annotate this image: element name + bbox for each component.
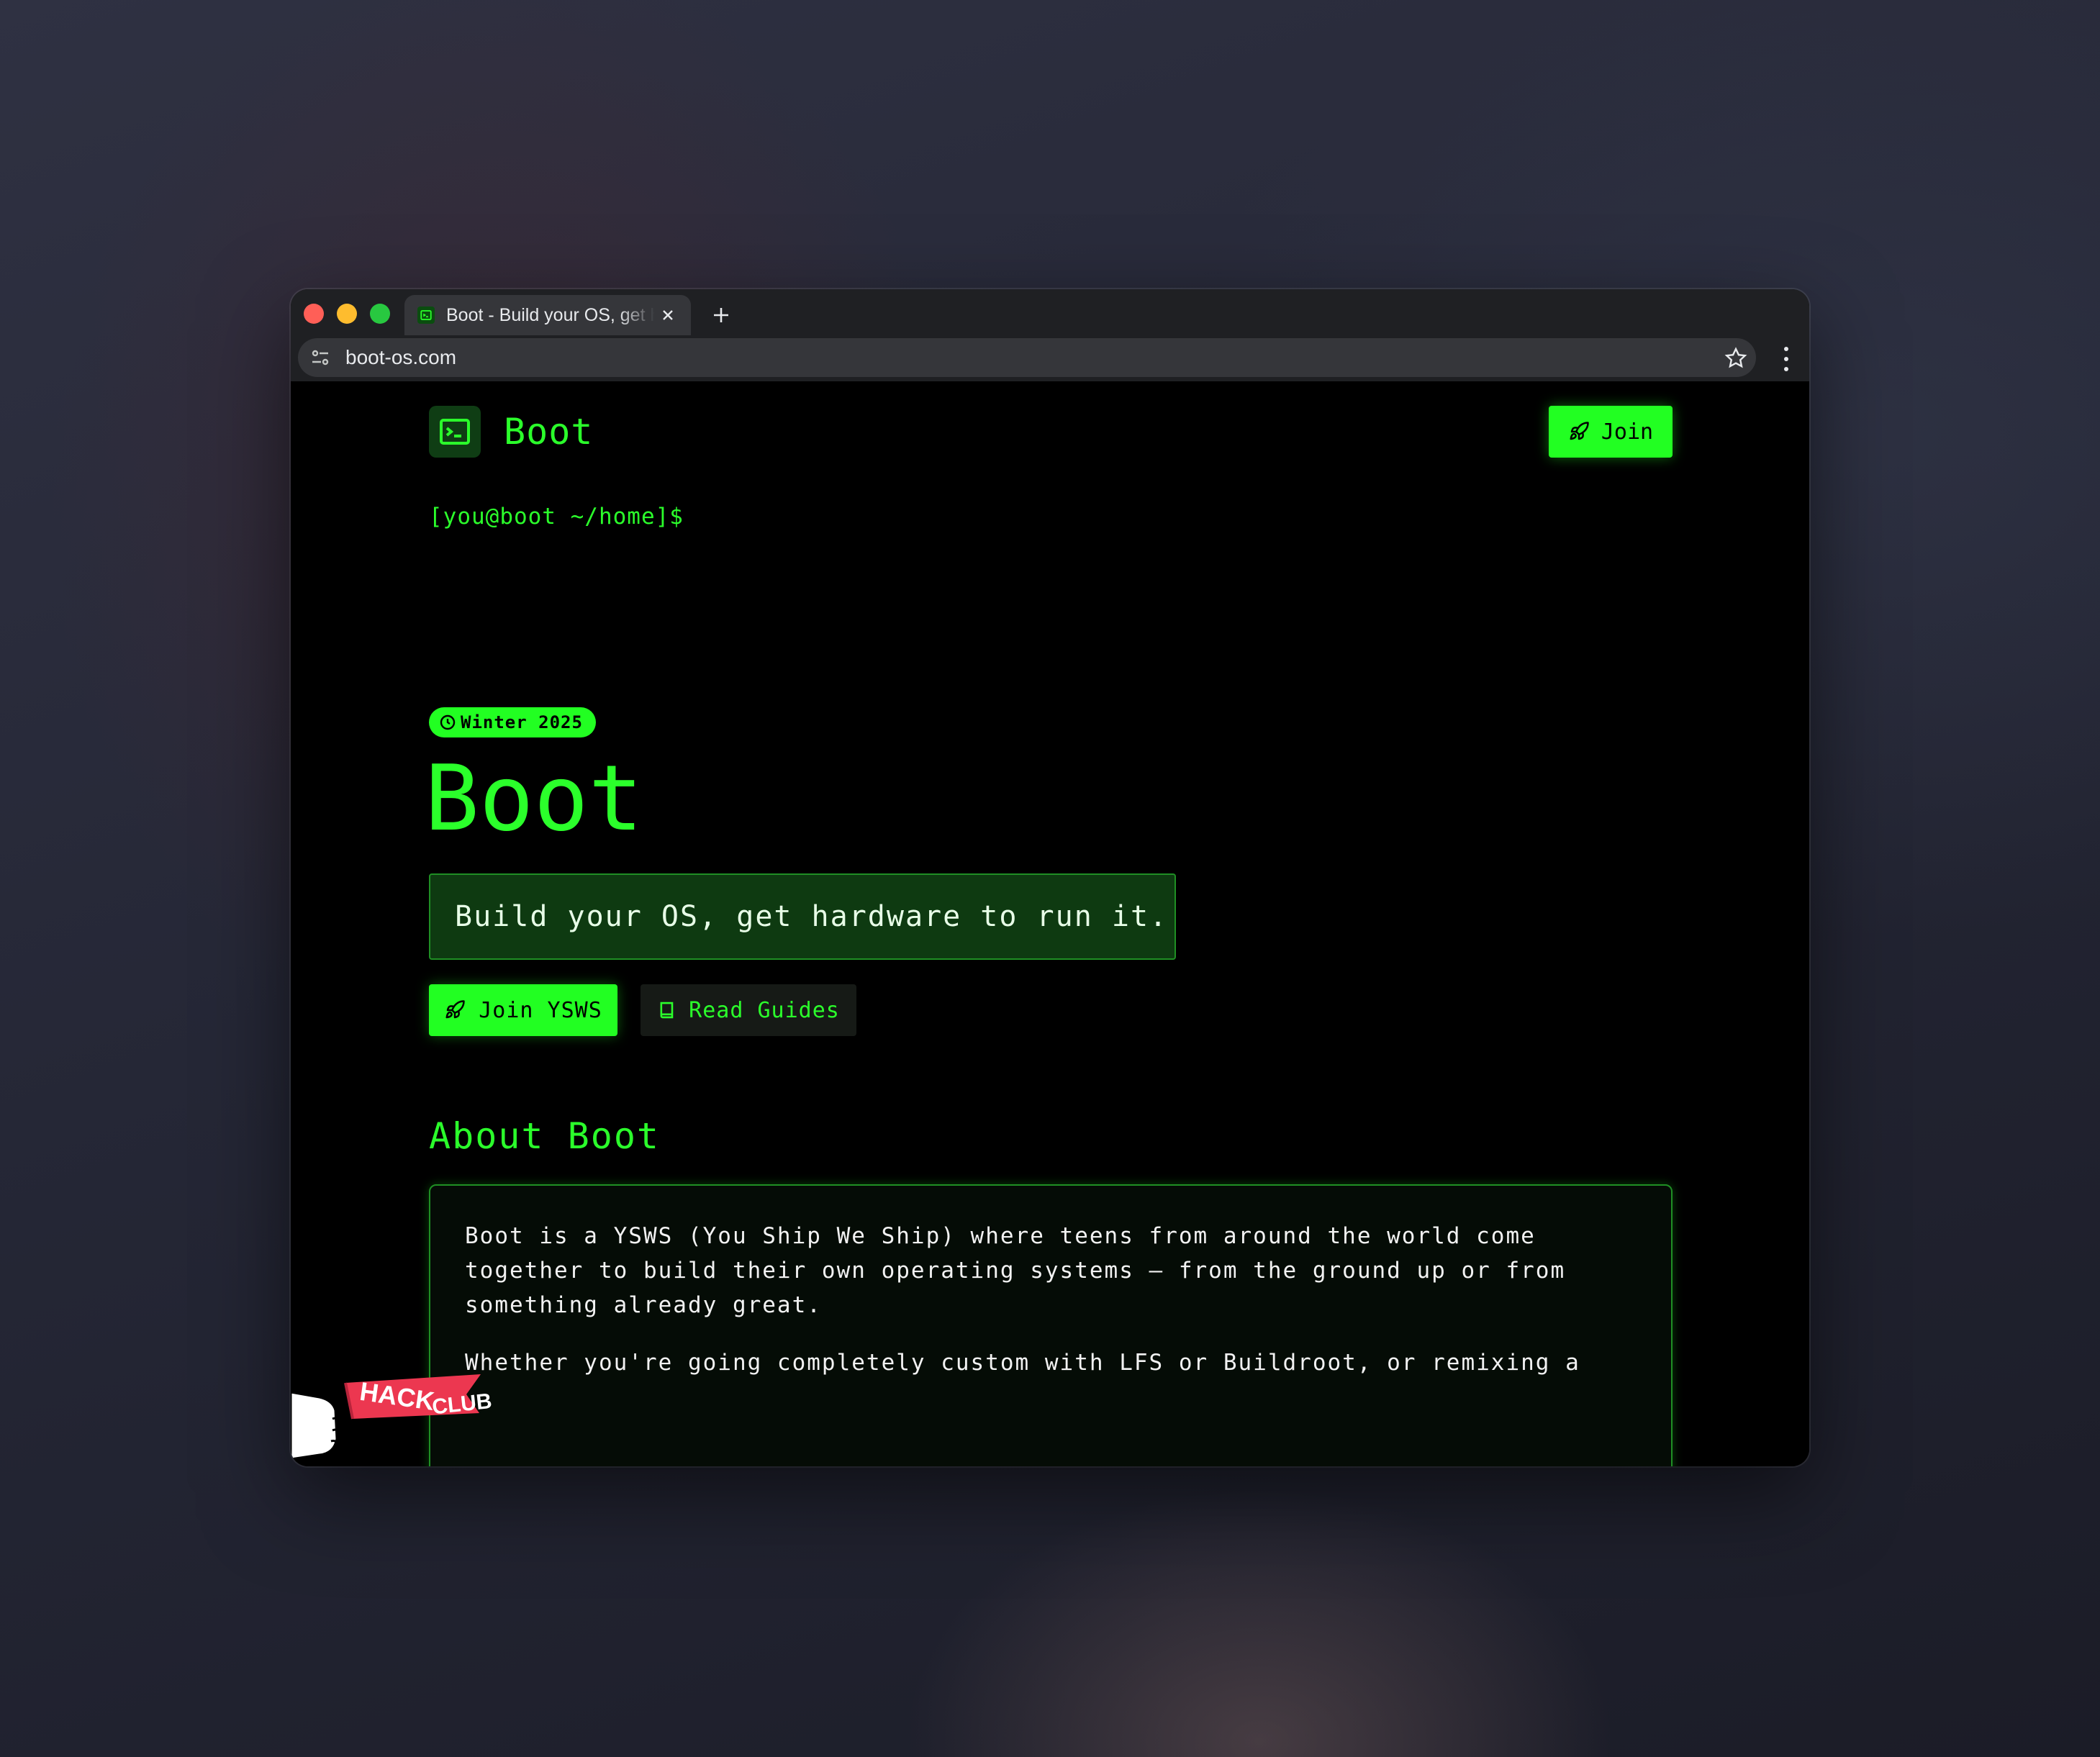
address-bar[interactable]: boot-os.com <box>298 338 1756 377</box>
browser-window: Boot - Build your OS, get hardware to ru… <box>291 289 1809 1466</box>
url-text[interactable]: boot-os.com <box>345 346 456 369</box>
hero-title: Boot <box>425 748 643 849</box>
read-guides-button[interactable]: Read Guides <box>641 984 856 1036</box>
terminal-favicon-icon <box>417 307 435 324</box>
browser-menu-icon[interactable] <box>1779 347 1793 371</box>
maximize-window-button[interactable] <box>370 304 390 324</box>
header-join-button[interactable]: Join <box>1549 406 1673 458</box>
window-controls <box>304 304 390 324</box>
minimize-window-button[interactable] <box>337 304 357 324</box>
hack-club-flag-logo[interactable]: HACK CLUB <box>291 1338 521 1466</box>
shell-prompt: [you@boot ~/home]$ <box>429 504 684 530</box>
site-settings-icon[interactable] <box>309 347 331 368</box>
about-paragraph-1: Boot is a YSWS (You Ship We Ship) where … <box>465 1219 1638 1322</box>
rocket-icon <box>1568 421 1590 442</box>
clock-icon <box>439 714 456 731</box>
join-ysws-label: Join YSWS <box>479 998 602 1023</box>
browser-chrome: Boot - Build your OS, get hardware to ru… <box>291 289 1809 381</box>
brand-name[interactable]: Boot <box>504 409 593 455</box>
tab-title: Boot - Build your OS, get hardware to ru… <box>446 305 655 326</box>
web-page: Boot Join [you@boot ~/home]$ Winter 2025… <box>291 381 1809 1466</box>
close-tab-icon[interactable] <box>658 305 678 325</box>
season-badge: Winter 2025 <box>429 707 596 737</box>
about-heading: About Boot <box>429 1115 660 1157</box>
header-join-label: Join <box>1601 419 1653 445</box>
about-paragraph-2: Whether you're going completely custom w… <box>465 1345 1638 1380</box>
new-tab-icon[interactable] <box>704 298 738 332</box>
browser-tab[interactable]: Boot - Build your OS, get hardware to ru… <box>404 295 691 335</box>
about-card: Boot is a YSWS (You Ship We Ship) where … <box>429 1184 1673 1466</box>
close-window-button[interactable] <box>304 304 324 324</box>
join-ysws-button[interactable]: Join YSWS <box>429 984 617 1036</box>
terminal-logo-icon[interactable] <box>429 406 481 458</box>
season-badge-label: Winter 2025 <box>461 712 583 732</box>
rocket-icon <box>444 999 466 1021</box>
read-guides-label: Read Guides <box>689 998 840 1023</box>
bookmark-star-icon[interactable] <box>1724 347 1747 370</box>
hero-tagline: Build your OS, get hardware to run it. <box>429 873 1176 960</box>
book-icon <box>657 1000 677 1020</box>
